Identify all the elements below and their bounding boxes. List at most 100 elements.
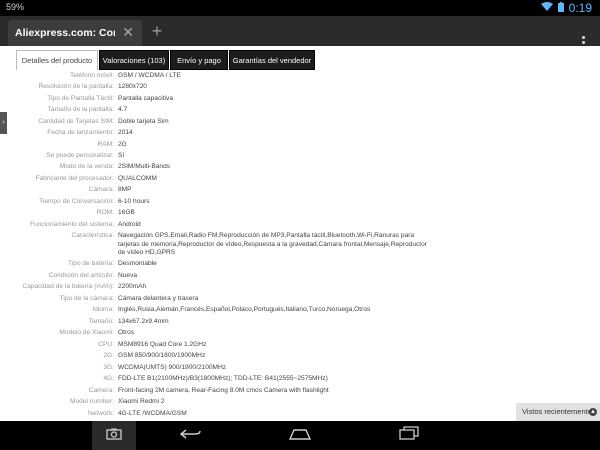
spec-value: 8MP	[118, 186, 132, 194]
spec-row: Fabricante del procesador: QUALCOMM	[0, 173, 600, 184]
spec-row: Condición del artículo: Nueva	[0, 270, 600, 281]
spec-value: 16GB	[118, 209, 135, 217]
recent-apps-icon	[399, 426, 419, 445]
spec-row: RAM: 2G	[0, 139, 600, 150]
spec-value: QUALCOMM	[118, 174, 157, 182]
spec-row: Tamaño de la pantalla: 4.7	[0, 104, 600, 115]
spec-value: 2SIM/Multi-Bands	[118, 163, 171, 171]
spec-label: Condición del artículo:	[48, 271, 114, 279]
spec-label: 2G:	[103, 352, 114, 360]
spec-label: Capacidad de la batería (mAh):	[22, 283, 114, 291]
spec-label: Se puede personalizar:	[46, 151, 114, 159]
side-panel-handle[interactable]: ›	[0, 112, 7, 134]
spec-value: GSM / WCDMA / LTE	[118, 71, 181, 79]
specs-list: Teléfono móvil: GSM / WCDMA / LTE Resoluci…	[0, 70, 600, 421]
spec-row: Característica: Navegación GPS,Email,Radi…	[0, 231, 600, 259]
spec-label: Network:	[87, 409, 114, 417]
spec-value: Cámara delantera y trasera	[118, 294, 199, 302]
spec-value: Doble tarjeta Sim	[118, 117, 169, 125]
spec-value: 4.7	[118, 106, 128, 114]
spec-row: Idioma: Inglés,Rusia,Alemán,Francés,Españ…	[0, 305, 600, 316]
spec-row: Tipo de Pantalla Táctil: Pantalla capacit…	[0, 93, 600, 104]
recently-viewed-label: Vistos recientemente	[522, 407, 592, 416]
spec-value: MSM8916 Quad Core 1.2GHz	[118, 340, 207, 348]
spec-label: Modelo de Xiaomi:	[59, 329, 114, 337]
recently-viewed-button[interactable]: Vistos recientemente ▲	[516, 403, 600, 421]
spec-value: GSM 850/900/1800/1900MHz	[118, 352, 206, 360]
spec-row: Resolución de la pantalla: 1280x720	[0, 81, 600, 92]
battery-level: 59%	[6, 2, 25, 12]
spec-label: Resolución de la pantalla:	[38, 83, 114, 91]
spec-label: Fecha de lanzamiento:	[47, 129, 114, 137]
tab-shipping-payment[interactable]: Envío y pago	[170, 50, 228, 70]
new-tab-button[interactable]: +	[146, 20, 168, 42]
spec-row: Tiempo de Conversación: 6-10 hours	[0, 196, 600, 207]
spec-row: 3G: WCDMA(UMTS) 900/1900/2100MHz	[0, 362, 600, 373]
home-icon	[288, 427, 312, 445]
page-content: Detalles del producto Valoraciones (103)…	[0, 46, 600, 421]
spec-label: Cantidad de Tarjetas SIM:	[38, 117, 114, 125]
spec-row: Tipo de la cámara: Cámara delantera y tra…	[0, 293, 600, 304]
spec-value: WCDMA(UMTS) 900/1900/2100MHz	[118, 363, 227, 371]
browser-tab-strip: Aliexpress.com: Comprar… ✕ +	[0, 16, 600, 49]
recent-apps-button[interactable]	[395, 421, 423, 450]
product-tabs: Detalles del producto Valoraciones (103)…	[0, 46, 600, 70]
back-arrow-icon	[179, 427, 202, 445]
spec-label: Funcionamiento del sistema:	[30, 220, 114, 228]
spec-label: Tamaño:	[88, 317, 114, 325]
spec-row: Funcionamiento del sistema: Android	[0, 219, 600, 230]
spec-row: Tipo de batería: Desmontable	[0, 259, 600, 270]
spec-row: Tamaño: 134x67.2x9.4mm	[0, 316, 600, 327]
spec-label: RAM:	[97, 140, 114, 148]
spec-label: Model number:	[70, 398, 114, 406]
spec-value: 1280x720	[118, 83, 147, 91]
spec-value: 2200mAh	[118, 283, 147, 291]
spec-row: Se puede personalizar: Sí	[0, 150, 600, 161]
spec-label: Característica:	[71, 232, 114, 240]
spec-value: Xiaomi Redmi 2	[118, 398, 165, 406]
spec-row: Modelo de Xiaomi: Otros	[0, 328, 600, 339]
spec-value: Nueva	[118, 271, 138, 279]
spec-value: 2G	[118, 140, 127, 148]
spec-value: Desmontable	[118, 260, 157, 268]
spec-value: Sí	[118, 151, 125, 159]
back-button[interactable]	[175, 421, 207, 450]
spec-label: Tiempo de Conversación:	[39, 197, 114, 205]
spec-row: Model number: Xiaomi Redmi 2	[0, 397, 600, 408]
spec-label: Cámara:	[88, 186, 114, 194]
spec-label: Tipo de batería:	[68, 260, 114, 268]
tab-product-details[interactable]: Detalles del producto	[16, 50, 98, 70]
browser-tab-title: Aliexpress.com: Comprar…	[15, 27, 115, 39]
browser-tab[interactable]: Aliexpress.com: Comprar… ✕	[8, 20, 142, 46]
spec-label: Fabricante del procesador:	[35, 174, 114, 182]
spec-row: 2G: GSM 850/900/1800/1900MHz	[0, 351, 600, 362]
spec-value: FDD-LTE B1(2100MHz)/B3(1800MHz); TDD-LTE…	[118, 375, 328, 383]
spec-row: Modo de la venda: 2SIM/Multi-Bands	[0, 162, 600, 173]
close-tab-icon[interactable]: ✕	[122, 24, 134, 41]
tab-reviews[interactable]: Valoraciones (103)	[99, 50, 169, 70]
spec-row: ROM: 16GB	[0, 208, 600, 219]
spec-label: 4G:	[103, 375, 114, 383]
spec-value: Pantalla capacitiva	[118, 94, 173, 102]
spec-row: Network: 4G-LTE /WCDMA/GSM	[0, 408, 600, 419]
android-nav-bar	[0, 421, 600, 450]
spec-value: Navegación GPS,Email,Radio FM,Reproducci…	[118, 232, 427, 256]
spec-value: Front-facing 2M camera, Rear-Facing 8.0M…	[118, 386, 329, 394]
camera-button[interactable]	[92, 421, 136, 450]
spec-row: CPU: MSM8916 Quad Core 1.2GHz	[0, 339, 600, 350]
spec-value: 6-10 hours	[118, 197, 150, 205]
spec-label: Tipo de la cámara:	[59, 294, 114, 302]
clock: 0:19	[568, 1, 592, 15]
home-button[interactable]	[285, 421, 315, 450]
tab-seller-guarantees[interactable]: Garantías del vendedor	[229, 50, 315, 70]
spec-label: Tamaño de la pantalla:	[47, 106, 114, 114]
spec-value: Inglés,Rusia,Alemán,Francés,Español,Pola…	[118, 306, 371, 314]
spec-value: Android	[118, 220, 141, 228]
spec-row: Cámara: 8MP	[0, 185, 600, 196]
spec-label: Camera:	[88, 386, 114, 394]
spec-row: Fecha de lanzamiento: 2014	[0, 127, 600, 138]
spec-label: Tipo de Pantalla Táctil:	[47, 94, 114, 102]
spec-row: 4G: FDD-LTE B1(2100MHz)/B3(1800MHz); TDD-…	[0, 374, 600, 385]
spec-row: Cantidad de Tarjetas SIM: Doble tarjeta S…	[0, 116, 600, 127]
spec-row: Capacidad de la batería (mAh): 2200mAh	[0, 282, 600, 293]
